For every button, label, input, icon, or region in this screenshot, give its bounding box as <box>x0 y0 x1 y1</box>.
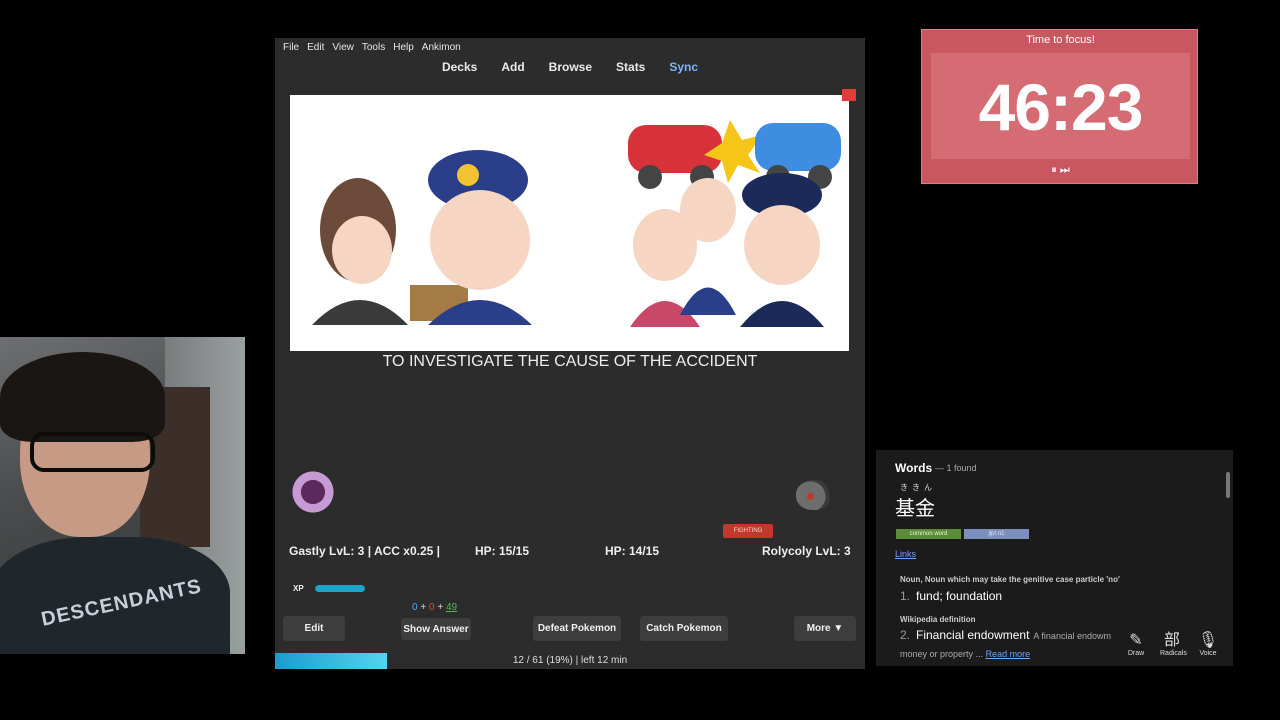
voice-label: Voice <box>1199 650 1217 657</box>
catch-pokemon-button[interactable]: Catch Pokemon <box>640 616 728 641</box>
links-link[interactable]: Links <box>895 549 916 559</box>
dict-title: Words <box>895 461 933 475</box>
session-progress: 12 / 61 (19%) | left 12 min <box>275 653 865 669</box>
menu-edit[interactable]: Edit <box>307 42 324 53</box>
review-counts: 0 + 0 + 49 <box>412 602 457 613</box>
def2-extra: A financial endowm <box>1033 631 1111 641</box>
webcam-glasses <box>30 432 155 472</box>
card-answer-text: TO INVESTIGATE THE CAUSE OF THE ACCIDENT <box>382 353 758 370</box>
definition-2: 2. Financial endowment A financial endowm <box>900 628 1111 642</box>
voice-tool[interactable]: 🎙 Voice <box>1196 632 1220 657</box>
timer-controls-pause-skip-icon[interactable]: ⏸ ⏭ <box>922 164 1199 177</box>
accident-scene-illustration <box>312 120 841 327</box>
timer-panel: 46:23 <box>931 53 1190 159</box>
enemy-pokemon-status: Rolycoly LvL: 3 <box>762 544 851 558</box>
toolbar-sync[interactable]: Sync <box>669 60 698 82</box>
show-answer-button[interactable]: Show Answer <box>401 618 471 640</box>
xp-bar <box>315 585 405 592</box>
card-flag-icon[interactable] <box>842 89 856 101</box>
draw-label: Draw <box>1127 650 1145 657</box>
card-illustration <box>290 95 849 351</box>
pencil-icon: ✎ <box>1129 632 1143 649</box>
toolbar-decks[interactable]: Decks <box>442 60 477 82</box>
review-count: 49 <box>445 602 458 613</box>
toolbar-browse[interactable]: Browse <box>549 60 592 82</box>
definition-1: 1. fund; foundation <box>900 589 1002 603</box>
timer-countdown: 46:23 <box>978 70 1144 144</box>
radicals-tool[interactable]: 部 Radicals <box>1160 632 1187 657</box>
menu-view[interactable]: View <box>332 42 354 53</box>
microphone-icon: 🎙 <box>1197 632 1219 649</box>
edit-button[interactable]: Edit <box>283 616 345 641</box>
radical-icon: 部 <box>1163 632 1180 649</box>
wikipedia-header: Wikipedia definition <box>900 615 976 624</box>
definition-2-continued: money or property ... Read more <box>900 649 1030 659</box>
def1-text: fund; foundation <box>916 589 1003 603</box>
main-toolbar: Decks Add Browse Stats Sync <box>275 56 865 82</box>
focus-timer-widget: Time to focus! 46:23 ⏸ ⏭ <box>921 29 1198 184</box>
menubar: File Edit View Tools Help Ankimon <box>275 38 865 56</box>
enemy-hp: HP: 14/15 <box>605 544 660 558</box>
player-hp: HP: 15/15 <box>475 544 530 558</box>
dict-result-count: — 1 found <box>935 463 977 473</box>
webcam-feed: DESCENDANTS <box>0 337 245 654</box>
dictionary-panel: Words — 1 found ききん 基金 common word jlpt … <box>876 450 1233 666</box>
draw-tool[interactable]: ✎ Draw <box>1124 632 1148 657</box>
timer-title: Time to focus! <box>1026 34 1095 46</box>
count-sep-1: + <box>420 602 427 613</box>
tag-common-word: common word <box>896 529 961 539</box>
enemy-type-badge: FIGHTING <box>723 524 773 538</box>
progress-text: 12 / 61 (19%) | left 12 min <box>512 655 628 666</box>
def2-text: Financial endowment <box>916 628 1030 642</box>
menu-tools[interactable]: Tools <box>362 42 385 53</box>
menu-help[interactable]: Help <box>393 42 414 53</box>
radicals-label: Radicals <box>1160 650 1187 657</box>
rolycoly-sprite <box>796 480 832 510</box>
learn-count: 0 <box>428 602 435 613</box>
toolbar-add[interactable]: Add <box>501 60 524 82</box>
tag-jlpt: jlpt n1 <box>964 529 1029 539</box>
xp-label: XP <box>293 584 304 593</box>
gastly-sprite <box>289 468 337 516</box>
part-of-speech: Noun, Noun which may take the genitive c… <box>900 575 1120 584</box>
def2-cont: money or property ... <box>900 649 984 659</box>
menu-ankimon[interactable]: Ankimon <box>422 42 461 53</box>
webcam-hair <box>0 352 165 442</box>
defeat-pokemon-button[interactable]: Defeat Pokemon <box>533 616 621 641</box>
xp-bar-fill <box>315 585 365 592</box>
def1-number: 1. <box>900 589 911 603</box>
toolbar-stats[interactable]: Stats <box>616 60 645 82</box>
word-kanji: 基金 <box>895 498 935 520</box>
menu-file[interactable]: File <box>283 42 299 53</box>
def2-number: 2. <box>900 628 911 642</box>
count-sep-2: + <box>437 602 444 613</box>
new-count: 0 <box>412 602 418 613</box>
more-button[interactable]: More ▼ <box>794 616 856 641</box>
player-pokemon-status: Gastly LvL: 3 | ACC x0.25 | <box>289 544 440 558</box>
dict-tools: ✎ Draw 部 Radicals 🎙 Voice <box>1120 632 1224 657</box>
dict-scrollbar[interactable] <box>1226 472 1230 498</box>
anki-window: File Edit View Tools Help Ankimon Decks … <box>275 38 865 669</box>
read-more-link[interactable]: Read more <box>986 649 1031 659</box>
